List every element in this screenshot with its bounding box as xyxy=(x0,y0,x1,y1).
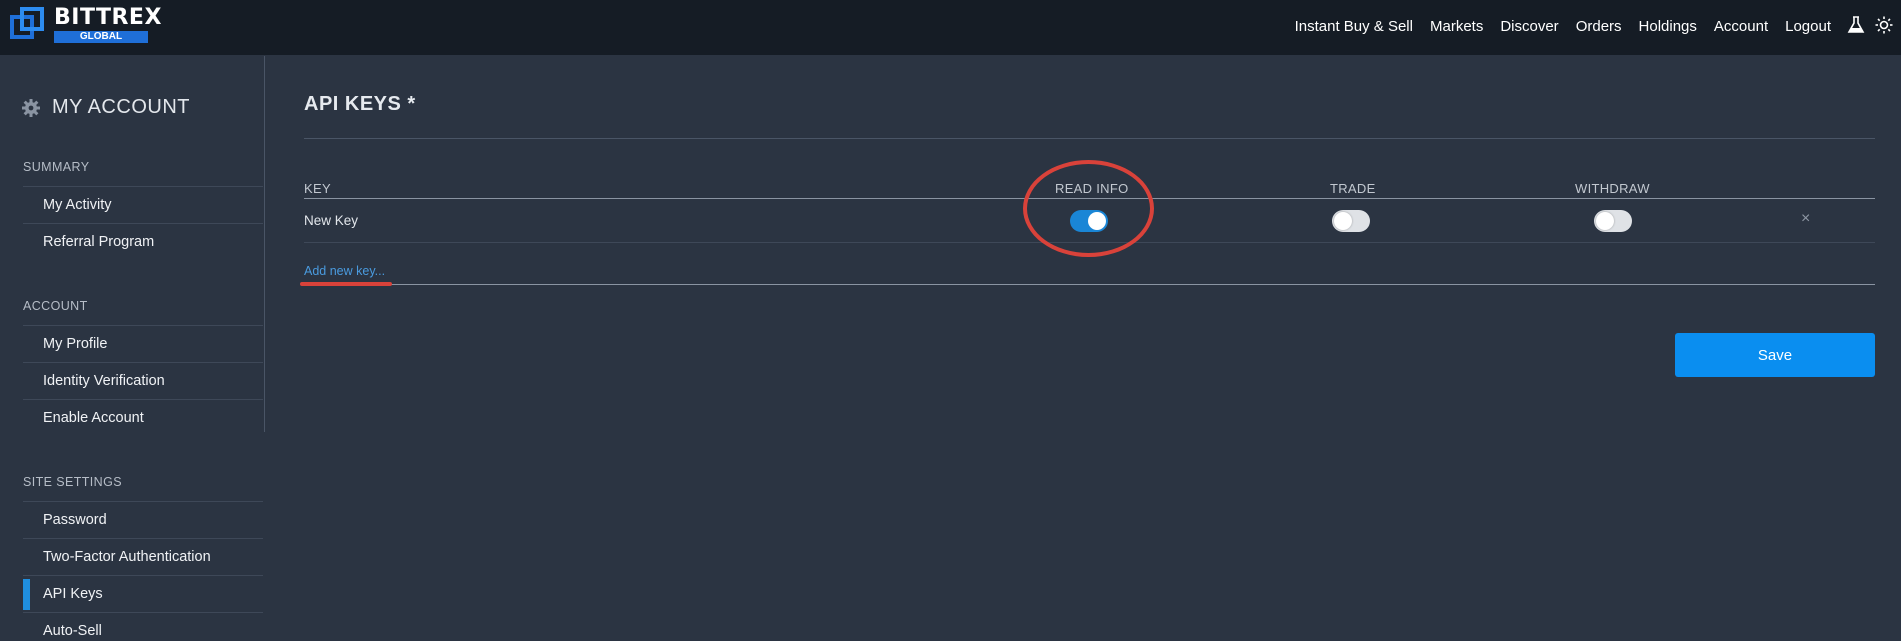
sidebar-item-two-factor-authentication[interactable]: Two-Factor Authentication xyxy=(23,538,263,575)
sidebar-item-my-activity[interactable]: My Activity xyxy=(23,186,263,223)
brand-name: BITTREX xyxy=(54,5,162,30)
api-key-name: New Key xyxy=(304,213,359,228)
sidebar-header: MY ACCOUNT xyxy=(22,96,190,119)
add-key-divider xyxy=(304,284,1875,285)
flask-icon[interactable] xyxy=(1847,16,1865,34)
withdraw-toggle[interactable] xyxy=(1594,210,1632,232)
column-header-trade: TRADE xyxy=(1330,181,1376,196)
section-heading-site-settings: SITE SETTINGS xyxy=(23,475,122,489)
bittrex-logo[interactable]: BITTREX GLOBAL xyxy=(10,7,162,43)
sidebar-item-my-profile[interactable]: My Profile xyxy=(23,325,263,362)
sun-icon[interactable] xyxy=(1875,16,1893,34)
section-heading-account: ACCOUNT xyxy=(23,299,88,313)
title-divider xyxy=(304,138,1875,139)
main-nav: Instant Buy & Sell Markets Discover Orde… xyxy=(1295,0,1831,52)
add-new-key-link[interactable]: Add new key... xyxy=(304,264,385,278)
section-heading-summary: SUMMARY xyxy=(23,160,90,174)
save-button[interactable]: Save xyxy=(1675,333,1875,377)
sidebar-item-auto-sell[interactable]: Auto-Sell xyxy=(23,612,263,641)
gear-icon xyxy=(22,98,40,117)
sidebar-title: MY ACCOUNT xyxy=(52,96,190,118)
nav-holdings[interactable]: Holdings xyxy=(1639,18,1697,35)
bittrex-logo-icon xyxy=(10,7,46,43)
sidebar-item-password[interactable]: Password xyxy=(23,501,263,538)
nav-logout[interactable]: Logout xyxy=(1785,18,1831,35)
column-header-key: KEY xyxy=(304,181,331,196)
sidebar-divider xyxy=(264,56,265,432)
nav-orders[interactable]: Orders xyxy=(1576,18,1622,35)
account-sidebar: MY ACCOUNT SUMMARY My Activity Referral … xyxy=(0,56,265,641)
brand-subtitle: GLOBAL xyxy=(54,31,148,43)
annotation-underline xyxy=(300,282,392,286)
annotation-circle xyxy=(1023,160,1154,257)
nav-markets[interactable]: Markets xyxy=(1430,18,1483,35)
sidebar-item-referral-program[interactable]: Referral Program xyxy=(23,223,263,260)
sidebar-item-enable-account[interactable]: Enable Account xyxy=(23,399,263,436)
sidebar-item-identity-verification[interactable]: Identity Verification xyxy=(23,362,263,399)
top-navigation-bar: BITTREX GLOBAL Instant Buy & Sell Market… xyxy=(0,0,1901,55)
column-header-withdraw: WITHDRAW xyxy=(1575,181,1650,196)
delete-key-icon[interactable]: × xyxy=(1801,210,1810,228)
sidebar-item-api-keys[interactable]: API Keys xyxy=(23,575,263,612)
page-title: API KEYS * xyxy=(304,93,416,115)
nav-instant-buy-sell[interactable]: Instant Buy & Sell xyxy=(1295,18,1413,35)
nav-discover[interactable]: Discover xyxy=(1500,18,1558,35)
trade-toggle[interactable] xyxy=(1332,210,1370,232)
nav-account[interactable]: Account xyxy=(1714,18,1768,35)
